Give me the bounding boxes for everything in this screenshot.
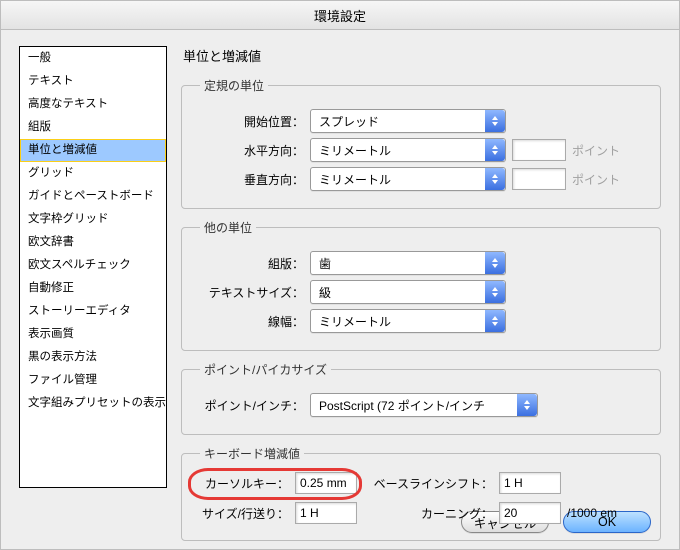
keyboard-increment-group: キーボード増減値 カーソルキー： ベースラインシフト： サイズ/行送り： カーニ… bbox=[181, 445, 661, 541]
size-leading-label: サイズ/行送り： bbox=[194, 505, 289, 522]
sidebar-item[interactable]: 高度なテキスト bbox=[20, 93, 166, 116]
cursor-key-input[interactable] bbox=[295, 472, 357, 494]
text-size-select[interactable]: 級 bbox=[310, 280, 506, 304]
sidebar-item[interactable]: ファイル管理 bbox=[20, 369, 166, 392]
ruler-units-group: 定規の単位 開始位置： スプレッド 水平方向： ミリメートル ポイント bbox=[181, 77, 661, 209]
size-leading-input[interactable] bbox=[295, 502, 357, 524]
sidebar-item[interactable]: 組版 bbox=[20, 116, 166, 139]
window-titlebar: 環境設定 bbox=[1, 1, 679, 30]
layout-value: 歯 bbox=[319, 255, 331, 272]
window-body: 一般テキスト高度なテキスト組版単位と増減値グリッドガイドとペーストボード文字枠グ… bbox=[1, 30, 679, 507]
keyboard-increment-legend: キーボード増減値 bbox=[200, 445, 304, 462]
vertical-select[interactable]: ミリメートル bbox=[310, 167, 506, 191]
vertical-points-input[interactable] bbox=[512, 168, 566, 190]
sidebar-item[interactable]: 欧文スペルチェック bbox=[20, 254, 166, 277]
vertical-points-unit: ポイント bbox=[572, 171, 620, 188]
dropdown-arrow-icon bbox=[485, 139, 505, 161]
text-size-label: テキストサイズ： bbox=[194, 284, 304, 301]
horizontal-label: 水平方向： bbox=[194, 142, 304, 159]
origin-label: 開始位置： bbox=[194, 113, 304, 130]
page-title: 単位と増減値 bbox=[183, 46, 661, 65]
sidebar-item[interactable]: ストーリーエディタ bbox=[20, 300, 166, 323]
sidebar-item[interactable]: 欧文辞書 bbox=[20, 231, 166, 254]
sidebar-item[interactable]: 黒の表示方法 bbox=[20, 346, 166, 369]
horizontal-select[interactable]: ミリメートル bbox=[310, 138, 506, 162]
other-units-legend: 他の単位 bbox=[200, 219, 256, 236]
settings-main: 単位と増減値 定規の単位 開始位置： スプレッド 水平方向： ミリメートル bbox=[181, 46, 661, 497]
kerning-input[interactable] bbox=[499, 502, 561, 524]
preferences-window: 環境設定 一般テキスト高度なテキスト組版単位と増減値グリッドガイドとペーストボー… bbox=[0, 0, 680, 550]
line-select[interactable]: ミリメートル bbox=[310, 309, 506, 333]
point-pica-legend: ポイント/パイカサイズ bbox=[200, 361, 331, 378]
category-sidebar: 一般テキスト高度なテキスト組版単位と増減値グリッドガイドとペーストボード文字枠グ… bbox=[19, 46, 167, 488]
vertical-label: 垂直方向： bbox=[194, 171, 304, 188]
vertical-value: ミリメートル bbox=[319, 171, 391, 188]
point-pica-select[interactable]: PostScript (72 ポイント/インチ bbox=[310, 393, 538, 417]
cursor-key-label: カーソルキー： bbox=[194, 475, 289, 492]
kerning-trail: /1000 em bbox=[567, 506, 641, 520]
window-title: 環境設定 bbox=[314, 6, 366, 25]
point-pica-group: ポイント/パイカサイズ ポイント/インチ： PostScript (72 ポイン… bbox=[181, 361, 661, 435]
kerning-label: カーニング： bbox=[363, 505, 493, 522]
baseline-shift-input[interactable] bbox=[499, 472, 561, 494]
point-pica-value: PostScript (72 ポイント/インチ bbox=[319, 397, 485, 414]
ruler-units-legend: 定規の単位 bbox=[200, 77, 268, 94]
dropdown-arrow-icon bbox=[485, 252, 505, 274]
sidebar-item[interactable]: 文字枠グリッド bbox=[20, 208, 166, 231]
line-label: 線幅： bbox=[194, 313, 304, 330]
sidebar-item[interactable]: 文字組みプリセットの表示設定 bbox=[20, 392, 166, 415]
dropdown-arrow-icon bbox=[517, 394, 537, 416]
point-pica-label: ポイント/インチ： bbox=[194, 397, 304, 414]
sidebar-item[interactable]: 単位と増減値 bbox=[20, 139, 166, 162]
line-value: ミリメートル bbox=[319, 313, 391, 330]
horizontal-points-unit: ポイント bbox=[572, 142, 620, 159]
horizontal-value: ミリメートル bbox=[319, 142, 391, 159]
dropdown-arrow-icon bbox=[485, 110, 505, 132]
sidebar-item[interactable]: ガイドとペーストボード bbox=[20, 185, 166, 208]
origin-select-value: スプレッド bbox=[319, 113, 379, 130]
baseline-shift-label: ベースラインシフト： bbox=[363, 475, 493, 492]
dropdown-arrow-icon bbox=[485, 310, 505, 332]
sidebar-item[interactable]: テキスト bbox=[20, 70, 166, 93]
sidebar-item[interactable]: グリッド bbox=[20, 162, 166, 185]
sidebar-item[interactable]: 一般 bbox=[20, 47, 166, 70]
dropdown-arrow-icon bbox=[485, 168, 505, 190]
other-units-group: 他の単位 組版： 歯 テキストサイズ： 級 線幅： bbox=[181, 219, 661, 351]
layout-select[interactable]: 歯 bbox=[310, 251, 506, 275]
layout-label: 組版： bbox=[194, 255, 304, 272]
dropdown-arrow-icon bbox=[485, 281, 505, 303]
horizontal-points-input[interactable] bbox=[512, 139, 566, 161]
text-size-value: 級 bbox=[319, 284, 331, 301]
sidebar-item[interactable]: 自動修正 bbox=[20, 277, 166, 300]
origin-select[interactable]: スプレッド bbox=[310, 109, 506, 133]
sidebar-item[interactable]: 表示画質 bbox=[20, 323, 166, 346]
